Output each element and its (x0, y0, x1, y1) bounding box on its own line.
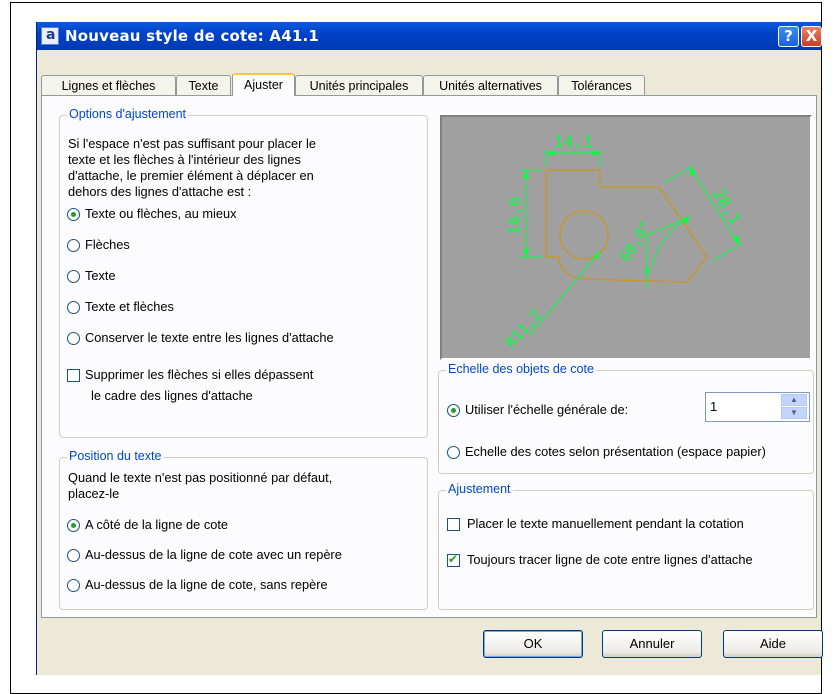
suppress-arrows-label-2[interactable]: le cadre des lignes d'attache (91, 388, 253, 404)
fit-desc-line-4: dehors des lignes d'attache est : (68, 184, 252, 199)
tab-lines-arrows[interactable]: Lignes et flèches (41, 75, 176, 95)
dimension-preview: 14,1 16,6 28,1 60,0° R11,2 (440, 115, 812, 360)
text-pos-desc-line-2: placez-le (68, 486, 120, 501)
radio-overall-scale-label[interactable]: Utiliser l'échelle générale de: (465, 402, 628, 418)
fit-tab-page: Options d'ajustement Si l'espace n'est p… (41, 95, 817, 618)
suppress-arrows-label-1[interactable]: Supprimer les flèches si elles dépassent (85, 367, 313, 383)
always-draw-dimline-label[interactable]: Toujours tracer ligne de cote entre lign… (467, 552, 753, 568)
manual-placement-label[interactable]: Placer le texte manuellement pendant la … (467, 516, 744, 532)
always-draw-dimline-checkbox[interactable] (447, 552, 460, 567)
radio-beside-dim-line[interactable] (67, 519, 80, 532)
fine-tuning-legend: Ajustement (446, 482, 513, 496)
tab-text[interactable]: Texte (176, 75, 231, 95)
radio-over-without-leader[interactable] (67, 579, 80, 592)
radio-text[interactable] (67, 270, 80, 283)
fit-desc-line-1: Si l'espace n'est pas suffisant pour pla… (68, 136, 316, 151)
dim-text-top: 14,1 (554, 132, 593, 151)
radio-beside-dim-line-label[interactable]: A côté de la ligne de cote (85, 517, 228, 533)
preview-drawing: 14,1 16,6 28,1 60,0° R11,2 (502, 132, 746, 352)
radio-arrows[interactable] (67, 239, 80, 252)
tab-alternate-units[interactable]: Unités alternatives (423, 75, 558, 95)
radio-text-and-arrows[interactable] (67, 301, 80, 314)
spin-down-icon[interactable]: ▼ (781, 407, 807, 419)
radio-over-without-leader-label[interactable]: Au-dessus de la ligne de cote, sans repè… (85, 577, 328, 593)
help-button[interactable]: Aide (723, 630, 823, 658)
radio-layout-scale[interactable] (447, 446, 460, 459)
radio-overall-scale[interactable] (447, 404, 460, 417)
close-button[interactable]: X (801, 26, 822, 47)
fit-desc-line-2: texte et les flèches à l'intérieur des l… (68, 152, 301, 167)
dimension-style-dialog: Nouveau style de cote: A41.1 ? X Lignes … (36, 22, 823, 675)
overall-scale-value: 1 (710, 399, 718, 414)
fine-tuning-group: Ajustement Placer le texte manuellement … (438, 482, 814, 610)
dim-text-radius: R11,2 (502, 306, 546, 352)
radio-keep-text-between-label[interactable]: Conserver le texte entre les lignes d'at… (85, 330, 334, 346)
radio-text-or-arrows-label[interactable]: Texte ou flèches, au mieux (85, 206, 237, 222)
part-outline (545, 169, 708, 283)
dim-text-right: 28,1 (709, 185, 746, 228)
title-bar[interactable]: Nouveau style de cote: A41.1 ? X (37, 22, 822, 50)
fit-options-legend: Options d'ajustement (67, 107, 189, 121)
dialog-title: Nouveau style de cote: A41.1 (65, 27, 320, 45)
app-icon (41, 27, 59, 45)
radio-keep-text-between[interactable] (67, 332, 80, 345)
fit-options-group: Options d'ajustement Si l'espace n'est p… (59, 107, 428, 438)
manual-placement-checkbox[interactable] (447, 518, 460, 531)
scale-legend: Echelle des objets de cote (446, 362, 596, 376)
text-position-group: Position du texte Quand le texte n'est p… (59, 449, 428, 610)
radio-text-label[interactable]: Texte (85, 268, 116, 284)
radio-text-or-arrows[interactable] (67, 208, 80, 221)
radio-text-and-arrows-label[interactable]: Texte et flèches (85, 299, 174, 315)
scale-group: Echelle des objets de cote Utiliser l'éc… (438, 362, 814, 474)
tab-tolerances[interactable]: Tolérances (558, 75, 645, 95)
tab-fit[interactable]: Ajuster (232, 73, 295, 96)
overall-scale-input[interactable]: 1 ▲ ▼ (705, 392, 810, 422)
text-position-legend: Position du texte (67, 449, 164, 463)
dim-text-angle: 60,0° (616, 217, 655, 265)
suppress-arrows-checkbox[interactable] (67, 369, 80, 382)
radio-arrows-label[interactable]: Flèches (85, 237, 130, 253)
radio-over-with-leader[interactable] (67, 549, 80, 562)
radio-layout-scale-label[interactable]: Echelle des cotes selon présentation (es… (465, 444, 766, 460)
fit-desc-line-3: d'attache, le premier élément à déplacer… (68, 168, 314, 183)
ok-button[interactable]: OK (483, 630, 583, 658)
help-title-button[interactable]: ? (778, 26, 799, 47)
radio-over-with-leader-label[interactable]: Au-dessus de la ligne de cote avec un re… (85, 547, 342, 563)
spin-up-icon[interactable]: ▲ (781, 394, 807, 406)
cancel-button[interactable]: Annuler (602, 630, 702, 658)
dim-text-left: 16,6 (505, 196, 524, 235)
text-pos-desc-line-1: Quand le texte n'est pas positionné par … (68, 470, 333, 485)
tab-primary-units[interactable]: Unités principales (295, 75, 423, 95)
